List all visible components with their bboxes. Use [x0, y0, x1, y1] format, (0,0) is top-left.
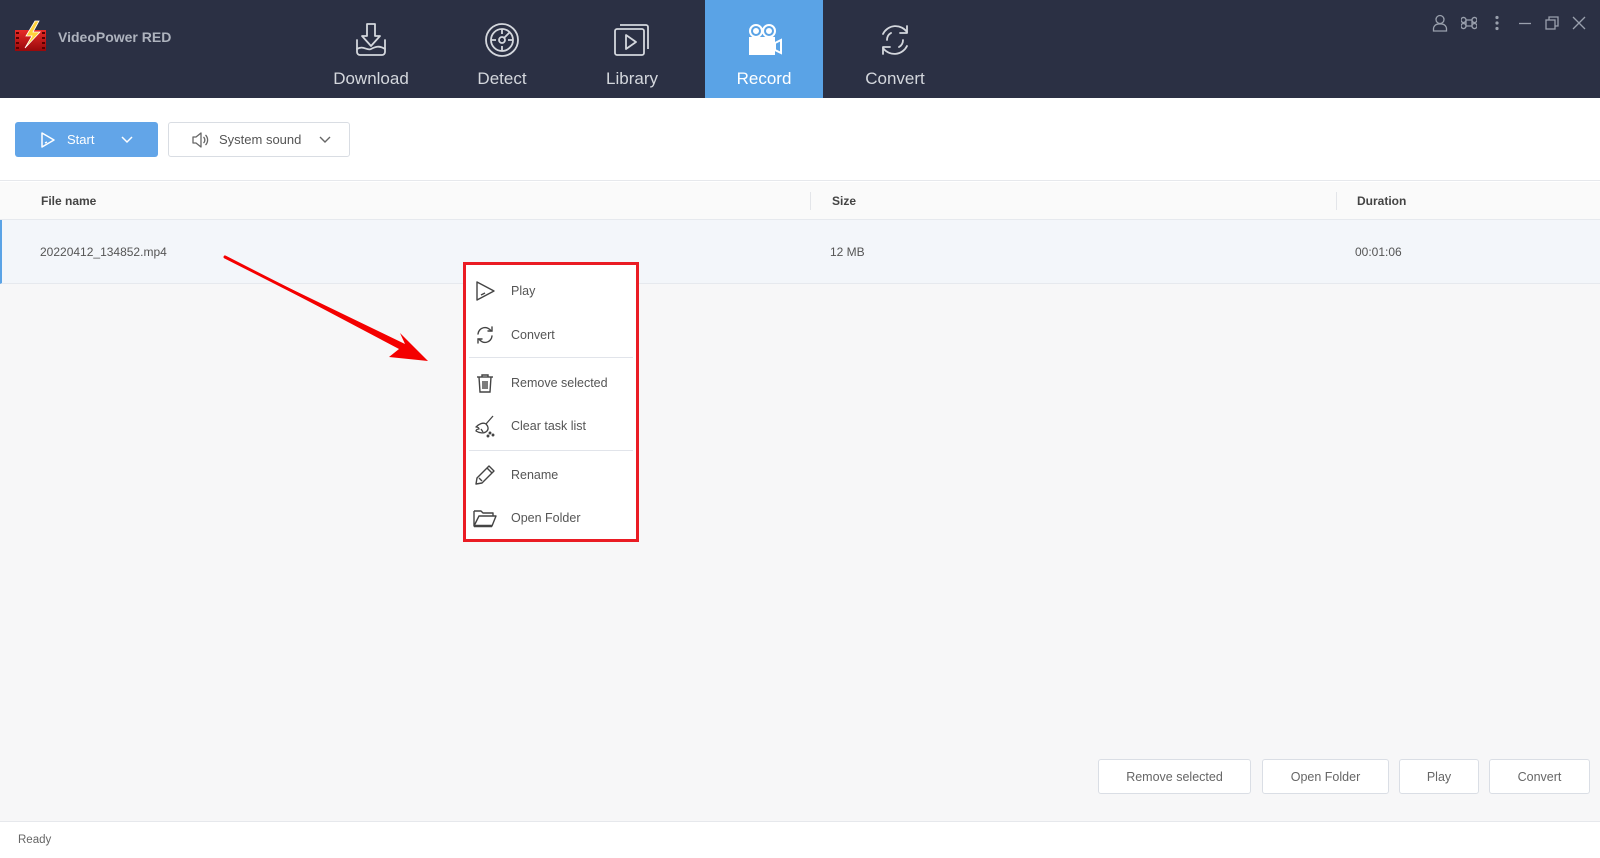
context-menu-open-folder[interactable]: Open Folder [466, 498, 636, 538]
context-menu-convert[interactable]: Convert [466, 315, 636, 355]
tab-record-label: Record [736, 69, 792, 88]
status-bar: Ready [0, 821, 1600, 858]
record-camera-icon [744, 20, 784, 60]
column-header-file-name[interactable]: File name [41, 182, 96, 220]
pencil-icon [473, 463, 497, 487]
context-menu: Play Convert Remove selected Clear task … [463, 262, 639, 542]
convert-icon [473, 323, 497, 347]
context-menu-play-label: Play [511, 284, 536, 298]
more-icon[interactable] [1486, 12, 1508, 34]
tab-convert-label: Convert [865, 69, 925, 88]
status-text: Ready [18, 834, 52, 846]
top-navigation-bar: VideoPower RED Download Detect Library R… [0, 0, 1600, 98]
table-header: File name Size Duration [0, 182, 1600, 220]
app-logo: VideoPower RED [14, 20, 171, 54]
start-record-button[interactable]: Start [15, 122, 158, 157]
tab-detect-label: Detect [477, 69, 527, 88]
context-menu-play[interactable]: Play [466, 271, 636, 311]
play-icon [473, 279, 497, 303]
tab-download-label: Download [333, 69, 409, 88]
tab-record[interactable]: Record [705, 0, 823, 98]
column-divider[interactable] [1336, 192, 1337, 210]
audio-source-dropdown[interactable]: System sound [168, 122, 350, 157]
videopower-logo-icon [14, 20, 48, 54]
context-menu-rename[interactable]: Rename [466, 455, 636, 495]
menu-divider [469, 450, 633, 451]
download-icon [351, 20, 391, 60]
column-header-size[interactable]: Size [832, 182, 856, 220]
menu-divider [469, 357, 633, 358]
command-icon[interactable] [1458, 12, 1480, 34]
app-title: VideoPower RED [58, 29, 172, 45]
folder-icon [473, 506, 497, 530]
start-dropdown-chevron-icon[interactable] [120, 135, 134, 145]
convert-icon [875, 20, 915, 60]
size-cell: 12 MB [830, 245, 865, 259]
library-icon [612, 20, 652, 60]
audio-chevron-down-icon [318, 135, 332, 145]
minimize-icon[interactable] [1514, 12, 1536, 34]
tab-detect[interactable]: Detect [443, 0, 561, 98]
play-button[interactable]: Play [1399, 759, 1479, 794]
file-name-cell: 20220412_134852.mp4 [40, 245, 167, 259]
trash-icon [473, 371, 497, 395]
play-icon [39, 131, 57, 149]
close-icon[interactable] [1568, 12, 1590, 34]
table-row[interactable]: 20220412_134852.mp4 12 MB 00:01:06 [0, 220, 1600, 284]
user-icon[interactable] [1429, 12, 1451, 34]
context-menu-rename-label: Rename [511, 468, 559, 482]
tab-library[interactable]: Library [573, 0, 691, 98]
context-menu-open-folder-label: Open Folder [511, 511, 581, 525]
record-toolbar: Start System sound [0, 98, 1600, 181]
duration-cell: 00:01:06 [1355, 245, 1402, 259]
column-divider[interactable] [810, 192, 811, 210]
tab-library-label: Library [606, 69, 658, 88]
context-menu-remove-selected[interactable]: Remove selected [466, 363, 636, 403]
context-menu-clear-task-list[interactable]: Clear task list [466, 406, 636, 446]
speaker-icon [192, 131, 210, 148]
detect-icon [482, 20, 522, 60]
recordings-table: File name Size Duration 20220412_134852.… [0, 182, 1600, 822]
tab-download[interactable]: Download [312, 0, 430, 98]
broom-icon [473, 414, 497, 438]
start-label: Start [67, 132, 95, 147]
convert-button[interactable]: Convert [1489, 759, 1590, 794]
audio-source-label: System sound [219, 132, 302, 147]
tab-convert[interactable]: Convert [836, 0, 954, 98]
context-menu-remove-selected-label: Remove selected [511, 376, 608, 390]
column-header-duration[interactable]: Duration [1357, 182, 1406, 220]
remove-selected-button[interactable]: Remove selected [1098, 759, 1251, 794]
restore-icon[interactable] [1541, 12, 1563, 34]
context-menu-convert-label: Convert [511, 328, 555, 342]
context-menu-clear-task-list-label: Clear task list [511, 419, 587, 433]
open-folder-button[interactable]: Open Folder [1262, 759, 1389, 794]
